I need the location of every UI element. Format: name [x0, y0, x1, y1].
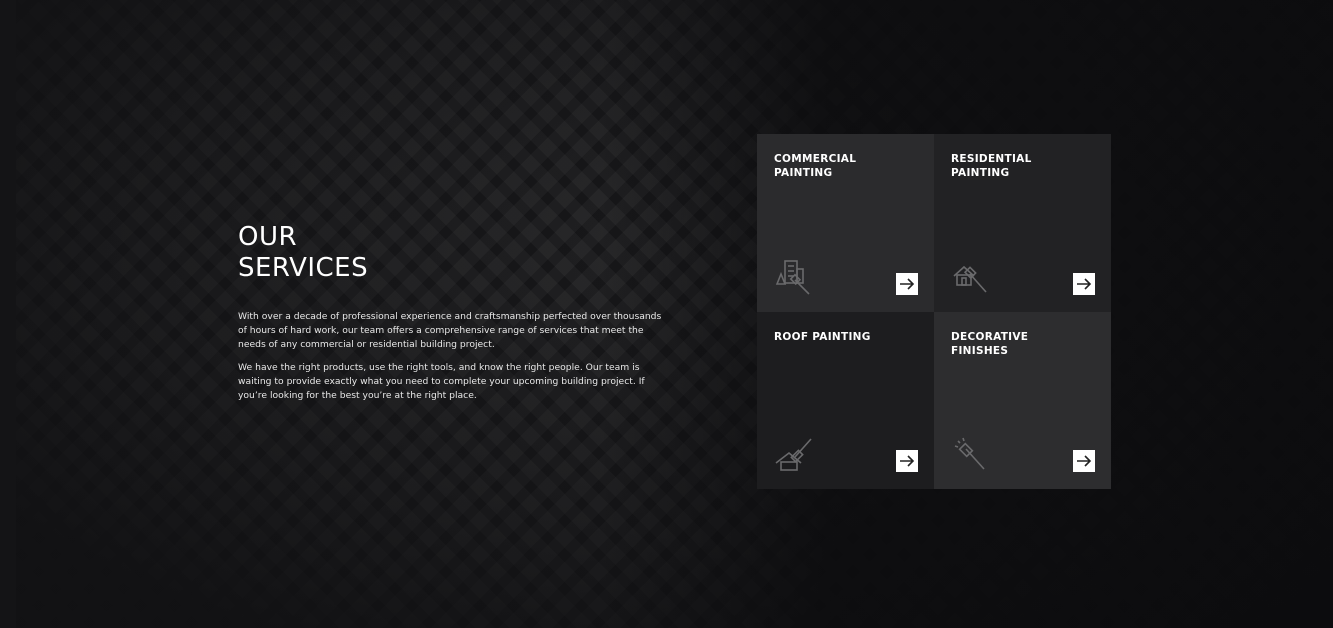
- service-tile-commercial-painting[interactable]: COMMERCIAL PAINTING: [757, 134, 934, 312]
- tile-title: DECORATIVE FINISHES: [951, 331, 1029, 357]
- services-paragraph-1: With over a decade of professional exper…: [238, 311, 662, 350]
- tile-title: COMMERCIAL PAINTING: [774, 153, 857, 179]
- service-tile-decorative-finishes[interactable]: DECORATIVE FINISHES: [934, 312, 1111, 489]
- decorative-brush-icon: [950, 433, 992, 475]
- house-brush-icon: [950, 256, 992, 298]
- arrow-right-icon[interactable]: [1073, 273, 1095, 295]
- services-heading: OUR SERVICES: [238, 222, 668, 284]
- service-tile-roof-painting[interactable]: ROOF PAINTING: [757, 312, 934, 489]
- left-edge-strip: [0, 0, 16, 628]
- tile-title: ROOF PAINTING: [774, 331, 871, 343]
- services-heading-line1: OUR: [238, 222, 298, 252]
- services-heading-line2: SERVICES: [238, 253, 369, 283]
- services-intro: OUR SERVICES With over a decade of profe…: [238, 222, 668, 412]
- arrow-right-icon[interactable]: [896, 273, 918, 295]
- arrow-right-icon[interactable]: [896, 450, 918, 472]
- tile-title: RESIDENTIAL PAINTING: [951, 153, 1032, 179]
- service-tile-residential-painting[interactable]: RESIDENTIAL PAINTING: [934, 134, 1111, 312]
- services-paragraph-2: We have the right products, use the righ…: [238, 362, 645, 401]
- services-grid: COMMERCIAL PAINTING RESIDENTIAL PAINTING…: [757, 134, 1111, 489]
- arrow-right-icon[interactable]: [1073, 450, 1095, 472]
- commercial-building-brush-icon: [773, 256, 815, 298]
- roof-roller-icon: [773, 433, 815, 475]
- services-page: OUR SERVICES With over a decade of profe…: [0, 0, 1333, 628]
